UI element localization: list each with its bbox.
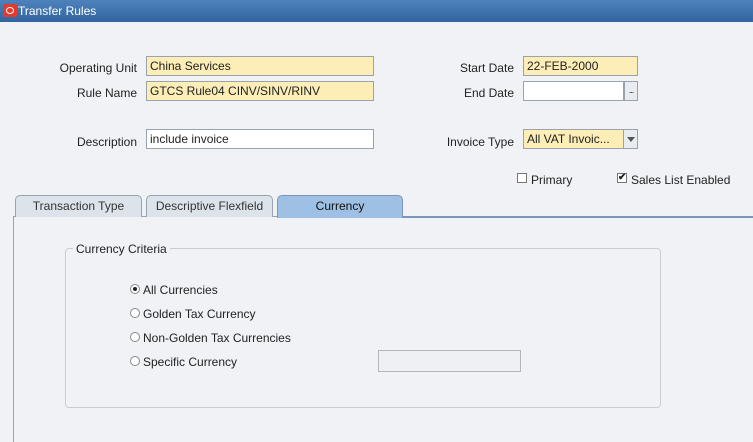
description-label: Description	[76, 135, 137, 149]
golden-tax-currency-label: Golden Tax Currency	[143, 307, 256, 321]
rule-name-label: Rule Name	[76, 86, 137, 100]
start-date-label: Start Date	[459, 61, 514, 75]
specific-currency-label: Specific Currency	[143, 355, 238, 369]
non-golden-tax-currencies-radio[interactable]	[130, 332, 140, 342]
invoice-type-dropdown-icon[interactable]	[624, 129, 638, 149]
window-titlebar: Transfer Rules	[0, 0, 753, 22]
window-title: Transfer Rules	[18, 4, 97, 18]
tab-descriptive-flexfield[interactable]: Descriptive Flexfield	[146, 195, 273, 217]
end-date-lov-button[interactable]: ...	[624, 81, 638, 101]
sales-list-checkbox[interactable]: ✔	[617, 173, 627, 183]
end-date-field[interactable]	[523, 81, 624, 101]
tab-currency[interactable]: Currency	[277, 195, 403, 218]
currency-criteria-group	[65, 248, 661, 408]
non-golden-tax-currencies-label: Non-Golden Tax Currencies	[143, 331, 291, 345]
oracle-logo-icon	[3, 4, 17, 17]
tab-transaction-type[interactable]: Transaction Type	[15, 195, 142, 217]
start-date-field[interactable]: 22-FEB-2000	[523, 56, 638, 76]
invoice-type-label: Invoice Type	[446, 135, 514, 149]
all-currencies-radio[interactable]	[130, 284, 140, 294]
end-date-label: End Date	[463, 86, 514, 100]
operating-unit-label: Operating Unit	[59, 61, 137, 75]
rule-name-field[interactable]: GTCS Rule04 CINV/SINV/RINV	[146, 81, 374, 101]
currency-criteria-title: Currency Criteria	[73, 242, 170, 256]
all-currencies-label: All Currencies	[143, 283, 218, 297]
primary-label: Primary	[531, 173, 573, 187]
specific-currency-radio[interactable]	[130, 356, 140, 366]
operating-unit-field[interactable]: China Services	[146, 56, 374, 76]
golden-tax-currency-radio[interactable]	[130, 308, 140, 318]
primary-checkbox[interactable]	[517, 173, 527, 183]
sales-list-label: Sales List Enabled	[631, 173, 731, 187]
description-field[interactable]: include invoice	[146, 129, 374, 149]
tab-underline	[403, 216, 753, 218]
specific-currency-field	[378, 350, 521, 372]
invoice-type-select[interactable]: All VAT Invoic...	[523, 129, 624, 149]
